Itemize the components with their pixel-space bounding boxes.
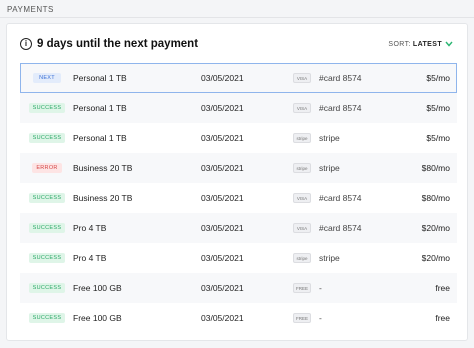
- payment-row[interactable]: SUCCESS Business 20 TB 03/05/2021 VISA #…: [20, 183, 457, 213]
- stripe-icon: stripe: [293, 163, 311, 173]
- payment-row[interactable]: ERROR Business 20 TB 03/05/2021 stripe s…: [20, 153, 457, 183]
- payment-amount: $20/mo: [421, 253, 450, 263]
- info-icon: i: [20, 38, 32, 50]
- free-icon: FREE: [293, 283, 311, 293]
- plan-name: Business 20 TB: [73, 163, 133, 173]
- stripe-icon: stripe: [293, 133, 311, 143]
- sort-label: SORT:: [388, 40, 411, 48]
- status-badge: SUCCESS: [28, 133, 66, 143]
- payment-row[interactable]: SUCCESS Personal 1 TB 03/05/2021 stripe …: [20, 123, 457, 153]
- payment-row[interactable]: NEXT Personal 1 TB 03/05/2021 VISA #card…: [20, 63, 457, 93]
- payment-method: #card 8574: [319, 103, 362, 113]
- stripe-icon: stripe: [293, 253, 311, 263]
- payments-header: i 9 days until the next payment SORT: LA…: [20, 36, 453, 52]
- payment-method: stripe: [319, 133, 340, 143]
- payment-amount: $5/mo: [426, 73, 450, 83]
- payment-date: 03/05/2021: [201, 73, 244, 83]
- payment-amount: $80/mo: [421, 193, 450, 203]
- payment-date: 03/05/2021: [201, 163, 244, 173]
- plan-name: Free 100 GB: [73, 283, 122, 293]
- next-payment-title: 9 days until the next payment: [37, 38, 199, 50]
- visa-icon: VISA: [293, 103, 311, 113]
- payment-method: #card 8574: [319, 73, 362, 83]
- payment-row[interactable]: SUCCESS Free 100 GB 03/05/2021 FREE - fr…: [20, 273, 457, 303]
- payment-amount: $80/mo: [421, 163, 450, 173]
- payment-row[interactable]: SUCCESS Pro 4 TB 03/05/2021 stripe strip…: [20, 243, 457, 273]
- payment-date: 03/05/2021: [201, 103, 244, 113]
- payment-method: stripe: [319, 163, 340, 173]
- payment-date: 03/05/2021: [201, 193, 244, 203]
- status-badge: SUCCESS: [28, 313, 66, 323]
- divider: [0, 17, 474, 18]
- payment-row[interactable]: SUCCESS Free 100 GB 03/05/2021 FREE - fr…: [20, 303, 457, 333]
- payment-date: 03/05/2021: [201, 283, 244, 293]
- visa-icon: VISA: [293, 223, 311, 233]
- payments-list: NEXT Personal 1 TB 03/05/2021 VISA #card…: [20, 63, 457, 333]
- payment-amount: $20/mo: [421, 223, 450, 233]
- sort-dropdown[interactable]: SORT: LATEST: [388, 40, 453, 49]
- free-icon: FREE: [293, 313, 311, 323]
- payment-date: 03/05/2021: [201, 223, 244, 233]
- payments-card: i 9 days until the next payment SORT: LA…: [6, 23, 468, 341]
- visa-icon: VISA: [293, 73, 311, 83]
- payment-row[interactable]: SUCCESS Pro 4 TB 03/05/2021 VISA #card 8…: [20, 213, 457, 243]
- plan-name: Business 20 TB: [73, 193, 133, 203]
- plan-name: Personal 1 TB: [73, 133, 127, 143]
- payment-date: 03/05/2021: [201, 133, 244, 143]
- payments-section-label: PAYMENTS: [7, 5, 54, 14]
- status-badge: SUCCESS: [28, 193, 66, 203]
- plan-name: Free 100 GB: [73, 313, 122, 323]
- status-badge: SUCCESS: [28, 283, 66, 293]
- payment-amount: $5/mo: [426, 103, 450, 113]
- status-badge: SUCCESS: [28, 103, 66, 113]
- sort-value: LATEST: [412, 40, 442, 48]
- payment-amount: free: [435, 283, 450, 293]
- status-badge: SUCCESS: [28, 253, 66, 263]
- payment-method: #card 8574: [319, 193, 362, 203]
- payment-method: #card 8574: [319, 223, 362, 233]
- payment-method: -: [319, 283, 322, 293]
- payment-method: stripe: [319, 253, 340, 263]
- payment-date: 03/05/2021: [201, 313, 244, 323]
- plan-name: Personal 1 TB: [73, 73, 127, 83]
- plan-name: Personal 1 TB: [73, 103, 127, 113]
- payment-amount: $5/mo: [426, 133, 450, 143]
- visa-icon: VISA: [293, 193, 311, 203]
- status-badge: NEXT: [33, 73, 61, 83]
- payment-method: -: [319, 313, 322, 323]
- chevron-down-icon: [445, 40, 453, 49]
- payment-amount: free: [435, 313, 450, 323]
- status-badge: ERROR: [32, 163, 62, 173]
- plan-name: Pro 4 TB: [73, 253, 107, 263]
- plan-name: Pro 4 TB: [73, 223, 107, 233]
- status-badge: SUCCESS: [28, 223, 66, 233]
- payment-date: 03/05/2021: [201, 253, 244, 263]
- payment-row[interactable]: SUCCESS Personal 1 TB 03/05/2021 VISA #c…: [20, 93, 457, 123]
